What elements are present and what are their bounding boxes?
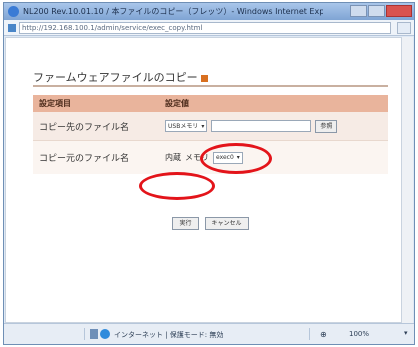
page-title-text: ファームウェアファイルのコピー xyxy=(33,71,198,84)
ie-logo-icon xyxy=(8,6,19,17)
table-header: 設定項目 設定値 xyxy=(33,95,388,112)
address-bar: http://192.168.100.1/admin/service/exec_… xyxy=(4,20,414,36)
address-input[interactable]: http://192.168.100.1/admin/service/exec_… xyxy=(19,22,391,34)
zone-status: インターネット | 保護モード: 無効 xyxy=(114,331,224,339)
source-controls: 内蔵 メモリ exec0 ▾ xyxy=(161,141,388,174)
source-label: コピー元のファイル名 xyxy=(39,154,130,164)
page-icon xyxy=(8,24,16,32)
maximize-button[interactable] xyxy=(368,5,385,17)
browser-window: NL200 Rev.10.01.10 / 本ファイルのコピー（フレッツ）- Wi… xyxy=(3,2,415,345)
page-content: ファームウェアファイルのコピー 設定項目 設定値 コピー先のファイル名 USBメ… xyxy=(5,37,402,323)
zoom-icon[interactable]: ⊕ xyxy=(320,330,327,339)
chevron-down-icon: ▾ xyxy=(201,122,205,130)
zoom-level[interactable]: 100% xyxy=(349,330,369,338)
destination-controls: USBメモリ ▾ 参照 xyxy=(161,112,388,140)
cancel-button[interactable]: キャンセル xyxy=(204,217,249,230)
page-title: ファームウェアファイルのコピー xyxy=(33,69,208,85)
window-title: NL200 Rev.10.01.10 / 本ファイルのコピー（フレッツ）- Wi… xyxy=(23,7,323,16)
action-buttons: 実行 キャンセル xyxy=(33,217,388,230)
table-row-destination: コピー先のファイル名 USBメモリ ▾ 参照 xyxy=(33,112,388,141)
memory-label: メモリ xyxy=(185,153,209,162)
title-divider xyxy=(33,85,388,87)
minimize-button[interactable] xyxy=(350,5,367,17)
header-item: 設定項目 xyxy=(39,99,71,108)
execute-button[interactable]: 実行 xyxy=(172,217,199,230)
window-controls xyxy=(350,5,412,17)
source-select[interactable]: exec0 ▾ xyxy=(213,151,243,164)
title-bar: NL200 Rev.10.01.10 / 本ファイルのコピー（フレッツ）- Wi… xyxy=(4,3,414,20)
refresh-button[interactable] xyxy=(397,22,411,34)
chevron-down-icon: ▾ xyxy=(236,154,240,161)
table-row-source: コピー元のファイル名 内蔵 メモリ exec0 ▾ xyxy=(33,141,388,174)
protected-mode-icon xyxy=(90,329,98,339)
close-button[interactable] xyxy=(386,5,412,17)
destination-filename-input[interactable] xyxy=(211,120,312,132)
vertical-scrollbar[interactable] xyxy=(401,37,413,323)
chevron-down-icon[interactable]: ▾ xyxy=(404,329,408,337)
source-select-value: exec0 xyxy=(216,154,234,161)
destination-select[interactable]: USBメモリ ▾ xyxy=(165,120,208,132)
settings-table: 設定項目 設定値 コピー先のファイル名 USBメモリ ▾ 参照 コピー元のファイ… xyxy=(33,95,388,230)
internet-zone-icon xyxy=(100,329,110,339)
browse-button[interactable]: 参照 xyxy=(315,119,338,133)
destination-label: コピー先のファイル名 xyxy=(39,122,130,133)
status-bar: インターネット | 保護モード: 無効 ⊕ 100% ▾ xyxy=(4,323,414,344)
storage-label: 内蔵 xyxy=(165,153,181,162)
header-value: 設定値 xyxy=(165,99,189,108)
destination-select-value: USBメモリ xyxy=(168,122,199,130)
help-icon[interactable] xyxy=(200,74,208,82)
